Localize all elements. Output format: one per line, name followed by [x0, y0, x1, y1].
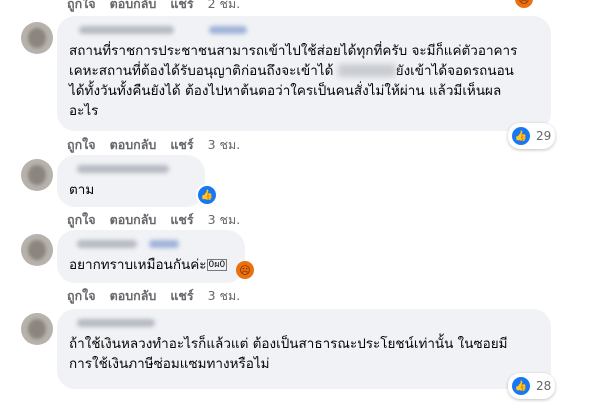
- redacted-text: [337, 64, 396, 77]
- comment-actions: ถูกใจ ตอบกลับ แชร์ 3 ชม.: [67, 286, 240, 306]
- comment-text: ตาม: [69, 182, 95, 198]
- like-reaction-icon: 👍: [510, 125, 532, 147]
- reply-link[interactable]: ตอบกลับ: [110, 286, 157, 306]
- top-comment-actions: ถูกใจ ตอบกลับ แชร์ 2 ชม.: [67, 0, 240, 14]
- avatar[interactable]: [21, 22, 53, 54]
- comment-bubble: ตาม: [57, 155, 205, 207]
- timestamp[interactable]: 2 ชม.: [208, 0, 241, 14]
- timestamp[interactable]: 3 ชม.: [208, 135, 241, 155]
- reaction-badge[interactable]: 👍 28: [508, 373, 556, 399]
- angry-reaction-icon: ☹: [236, 261, 254, 279]
- commenter-name[interactable]: [69, 162, 193, 176]
- comment-text: อยากทราบเหมือนกันค่ะ 0ผ0: [69, 257, 228, 273]
- reply-link[interactable]: ตอบกลับ: [110, 135, 157, 155]
- reaction-badge[interactable]: ☹: [236, 261, 254, 279]
- commenter-name[interactable]: [69, 237, 233, 251]
- reaction-badge[interactable]: 👍 29: [508, 123, 556, 149]
- timestamp[interactable]: 3 ชม.: [208, 210, 241, 230]
- avatar[interactable]: [21, 234, 53, 266]
- timestamp[interactable]: 3 ชม.: [208, 286, 241, 306]
- commenter-name[interactable]: [69, 316, 539, 330]
- like-reaction-icon: 👍: [510, 375, 532, 397]
- reply-link[interactable]: ตอบกลับ: [110, 210, 157, 230]
- avatar[interactable]: [21, 159, 53, 191]
- share-link[interactable]: แชร์: [170, 210, 193, 230]
- like-link[interactable]: ถูกใจ: [67, 210, 96, 230]
- share-link[interactable]: แชร์: [170, 135, 193, 155]
- comment-bubble: ถ้าใช้เงินหลวงทำอะไรก็แล้วแต่ ต้องเป็นสา…: [57, 309, 551, 389]
- comment-text: ถ้าใช้เงินหลวงทำอะไรก็แล้วแต่ ต้องเป็นสา…: [69, 336, 508, 372]
- like-reaction-icon: 👍: [196, 184, 218, 206]
- top-reaction-badge[interactable]: ☹: [515, 0, 533, 8]
- comment-actions: ถูกใจ ตอบกลับ แชร์ 3 ชม.: [67, 135, 240, 155]
- share-link[interactable]: แชร์: [170, 286, 193, 306]
- reply-link[interactable]: ตอบกลับ: [110, 0, 157, 14]
- reaction-count: 29: [536, 129, 552, 143]
- avatar[interactable]: [21, 313, 53, 345]
- like-link[interactable]: ถูกใจ: [67, 286, 96, 306]
- reaction-count: 28: [536, 379, 552, 393]
- reaction-badge[interactable]: 👍: [196, 184, 218, 206]
- sticker-emoji: 0ผ0: [206, 259, 228, 271]
- angry-reaction-icon: ☹: [515, 0, 533, 8]
- comment-actions: ถูกใจ ตอบกลับ แชร์ 3 ชม.: [67, 210, 240, 230]
- like-link[interactable]: ถูกใจ: [67, 135, 96, 155]
- share-link[interactable]: แชร์: [170, 0, 193, 14]
- comment-bubble: สถานที่ราชการประชาชนสามารถเข้าไปใช้ส่อยไ…: [57, 16, 551, 131]
- comment-text: สถานที่ราชการประชาชนสามารถเข้าไปใช้ส่อยไ…: [69, 43, 518, 119]
- like-link[interactable]: ถูกใจ: [67, 0, 96, 14]
- commenter-name[interactable]: [69, 23, 539, 37]
- comment-bubble: อยากทราบเหมือนกันค่ะ 0ผ0: [57, 230, 245, 283]
